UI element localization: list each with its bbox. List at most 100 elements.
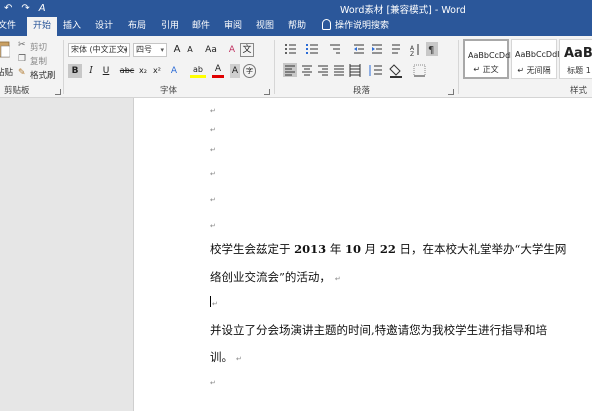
style-label: 标题 1: [567, 66, 591, 75]
format-painter-button[interactable]: ✎ 格式刷: [18, 68, 62, 81]
paragraph-mark: ↵: [210, 196, 216, 204]
underline-button[interactable]: U: [100, 64, 112, 78]
bold-button[interactable]: B: [68, 64, 82, 78]
copy-button[interactable]: ❐ 复制: [18, 54, 58, 67]
text-run: 年: [326, 242, 345, 256]
subscript-button[interactable]: x₂: [137, 64, 149, 78]
font-name-value: 宋体 (中文正文): [71, 45, 128, 54]
document-page[interactable]: ↵ ↵ ↵ ↵ ↵ ↵ 校学生会兹定于 2013 年 10 月 22 日，在本校…: [133, 98, 592, 411]
style-preview: AaBbCcDdI: [468, 51, 513, 60]
copy-label: 复制: [30, 57, 48, 67]
paragraph-mark: ↵: [210, 222, 216, 230]
tab-layout[interactable]: 布局: [128, 17, 146, 36]
tab-mailings[interactable]: 邮件: [192, 17, 210, 36]
style-heading-1[interactable]: AaBl 标题 1: [559, 39, 592, 79]
clipboard-icon: [0, 41, 10, 58]
clear-formatting-button[interactable]: A: [226, 43, 238, 57]
group-separator: [274, 40, 275, 94]
italic-button[interactable]: I: [85, 64, 97, 78]
clipboard-launcher-icon[interactable]: [55, 89, 61, 95]
tab-review[interactable]: 审阅: [224, 17, 242, 36]
quick-access-toolbar: ↶ ↷ A: [0, 0, 46, 17]
strikethrough-button[interactable]: abc: [118, 64, 136, 78]
line-spacing-icon[interactable]: [369, 65, 382, 76]
paragraph-mark: ↵: [210, 379, 216, 387]
distributed-icon[interactable]: [349, 64, 361, 77]
styles-gallery: AaBbCcDdI ↵ 正文 AaBbCcDdI ↵ 无间隔 AaBl 标题 1: [463, 39, 592, 83]
bullets-icon[interactable]: [285, 44, 296, 54]
tell-me-label: 操作说明搜索: [335, 21, 390, 31]
svg-text:¶: ¶: [428, 45, 434, 56]
tab-help[interactable]: 帮助: [288, 17, 306, 36]
styles-group-label: 样式: [570, 86, 588, 96]
style-preview: AaBl: [564, 46, 592, 61]
multilevel-list-icon[interactable]: [330, 44, 340, 54]
paste-button[interactable]: 粘贴: [0, 38, 16, 82]
document-area: ↵ ↵ ↵ ↵ ↵ ↵ 校学生会兹定于 2013 年 10 月 22 日，在本校…: [0, 98, 592, 411]
format-icon[interactable]: A: [39, 3, 46, 14]
font-launcher-icon[interactable]: [264, 89, 270, 95]
font-size-value: 四号: [136, 45, 152, 54]
cut-label: 剪切: [30, 43, 48, 53]
justify-icon[interactable]: [334, 65, 344, 76]
enclose-characters-button[interactable]: 字: [243, 64, 256, 78]
style-no-spacing[interactable]: AaBbCcDdI ↵ 无间隔: [511, 39, 560, 79]
font-group-label: 字体: [160, 86, 178, 96]
chinese-layout-icon[interactable]: [392, 44, 400, 54]
text-run: 络创业交流会”的活动，: [210, 270, 331, 284]
paragraph-line-4[interactable]: 训。 ↵: [210, 349, 242, 365]
paragraph-mark: ↵: [212, 300, 218, 308]
style-label: ↵ 正文: [473, 65, 499, 74]
text-run: 月: [361, 242, 380, 256]
text-effects-button[interactable]: A: [168, 64, 180, 78]
paragraph-mark: ↵: [334, 275, 341, 283]
sort-icon[interactable]: A Z: [410, 44, 419, 58]
character-shading-button[interactable]: A: [230, 64, 240, 78]
month-value: 10: [344, 242, 361, 256]
group-separator: [63, 40, 64, 94]
change-case-button[interactable]: Aa: [203, 43, 219, 57]
numbering-icon[interactable]: [306, 44, 318, 54]
svg-text:Z: Z: [410, 51, 414, 58]
tab-design[interactable]: 设计: [95, 17, 113, 36]
decrease-indent-icon[interactable]: [354, 44, 364, 54]
tab-file[interactable]: 文件: [0, 17, 16, 36]
redo-icon[interactable]: ↷: [21, 3, 29, 14]
paragraph-tools: A Z ¶: [283, 42, 438, 78]
highlight-button[interactable]: ab: [190, 64, 206, 78]
phonetic-guide-button[interactable]: 文: [240, 43, 254, 57]
align-left-icon[interactable]: [283, 63, 297, 77]
align-right-icon[interactable]: [318, 65, 328, 76]
align-center-icon[interactable]: [302, 65, 312, 76]
paragraph-line-1[interactable]: 校学生会兹定于 2013 年 10 月 22 日，在本校大礼堂举办“大学生网: [210, 241, 566, 257]
clipboard-group-label: 剪贴板: [4, 86, 30, 96]
paragraph-line-2[interactable]: 络创业交流会”的活动， ↵: [210, 269, 341, 285]
cut-button[interactable]: ✂ 剪切: [18, 40, 58, 53]
copy-icon: ❐: [18, 54, 27, 64]
format-painter-label: 格式刷: [30, 71, 56, 81]
paragraph-mark: ↵: [210, 146, 216, 154]
paragraph-mark: ↵: [210, 170, 216, 178]
borders-icon[interactable]: [413, 64, 426, 77]
tab-references[interactable]: 引用: [161, 17, 179, 36]
increase-indent-icon[interactable]: [372, 44, 382, 54]
tell-me-search[interactable]: 操作说明搜索: [322, 17, 389, 36]
font-size-select[interactable]: 四号 ▾: [133, 43, 167, 57]
shading-icon[interactable]: [389, 64, 402, 78]
paragraph-launcher-icon[interactable]: [448, 89, 454, 95]
tab-insert[interactable]: 插入: [63, 17, 81, 36]
grow-font-button[interactable]: A: [171, 43, 183, 57]
superscript-button[interactable]: x²: [151, 64, 163, 78]
undo-icon[interactable]: ↶: [4, 3, 12, 14]
paragraph-line-3[interactable]: 并设立了分会场演讲主题的时间,特邀请您为我校学生进行指导和培: [210, 322, 547, 338]
show-formatting-icon[interactable]: ¶: [426, 42, 438, 56]
text-run: 并设立了分会场演讲主题的时间,特邀请您为我校学生进行指导和培: [210, 323, 548, 337]
tab-home[interactable]: 开始: [27, 17, 58, 36]
tab-view[interactable]: 视图: [256, 17, 274, 36]
style-normal[interactable]: AaBbCcDdI ↵ 正文: [463, 39, 513, 79]
window-title: Word素材 [兼容模式] - Word: [340, 5, 466, 16]
font-name-select[interactable]: 宋体 (中文正文) ▾: [68, 43, 130, 57]
paragraph-mark: ↵: [210, 107, 216, 115]
font-color-button[interactable]: A: [212, 64, 224, 78]
shrink-font-button[interactable]: A: [184, 43, 196, 57]
